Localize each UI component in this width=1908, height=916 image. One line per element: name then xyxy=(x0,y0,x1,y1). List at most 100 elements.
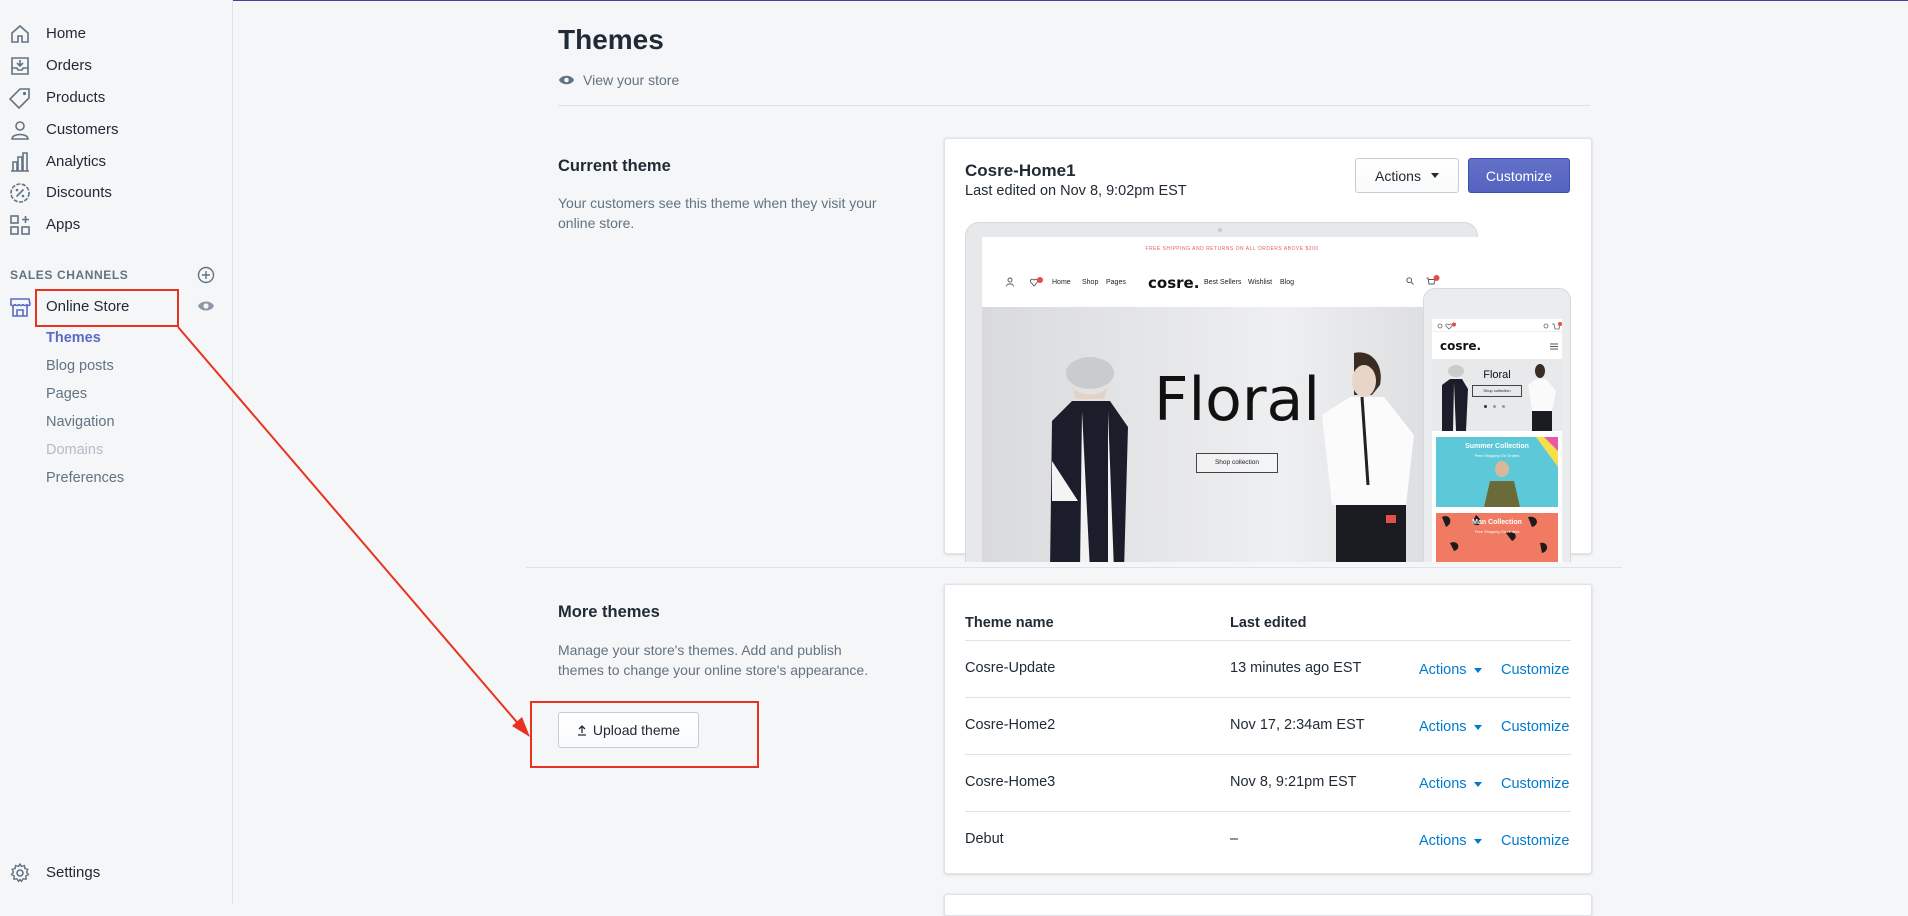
view-store-link[interactable]: View your store xyxy=(558,72,679,88)
actions-dropdown-button[interactable]: Actions xyxy=(1355,158,1459,193)
row-customize-link[interactable]: Customize xyxy=(1501,719,1570,735)
more-themes-title: More themes xyxy=(558,603,660,621)
table-row: Debut – Actions Customize xyxy=(965,811,1571,869)
top-border xyxy=(0,0,1908,1)
phone-banner-summer: Summer Collection Free Shipping On Order… xyxy=(1436,437,1558,507)
theme-last-edited: – xyxy=(1230,831,1239,847)
theme-last-edited: Nov 17, 2:34am EST xyxy=(1230,717,1365,733)
eye-icon[interactable] xyxy=(197,299,215,313)
theme-name: Cosre-Home3 xyxy=(965,774,1056,790)
carousel-dots xyxy=(1484,405,1510,409)
theme-name: Cosre-Home2 xyxy=(965,717,1056,733)
sidebar-item-settings[interactable]: Settings xyxy=(0,856,232,888)
phone-banner-subtitle: Free Shipping On Orders xyxy=(1474,453,1520,458)
sidebar-subitem-preferences[interactable]: Preferences xyxy=(46,470,124,486)
phone-hero-button: Shop collection xyxy=(1472,385,1522,397)
sidebar-subitem-blog-posts[interactable]: Blog posts xyxy=(46,358,114,374)
phone-hero-title: Floral xyxy=(1483,369,1511,381)
search-icon xyxy=(1406,277,1414,285)
row-customize-link[interactable]: Customize xyxy=(1501,833,1570,849)
menu-icon xyxy=(1550,343,1558,350)
view-store-label: View your store xyxy=(583,72,680,88)
sidebar-item-analytics[interactable]: Analytics xyxy=(0,145,232,177)
preview-nav-link: Wishlist xyxy=(1248,279,1273,286)
divider xyxy=(1432,331,1562,332)
sidebar-item-label: Discounts xyxy=(46,183,112,201)
bar-chart-icon xyxy=(11,152,29,172)
preview-brand-logo: cosre. xyxy=(1148,274,1200,292)
customize-button[interactable]: Customize xyxy=(1468,158,1570,193)
theme-preview[interactable]: FREE SHIPPING AND RETURNS ON ALL ORDERS … xyxy=(965,222,1577,562)
add-sales-channel-icon[interactable] xyxy=(197,266,215,284)
actions-label: Actions xyxy=(1375,167,1421,184)
phone-mockup: cosre. Floral Shop collection Summer Col… xyxy=(1423,288,1571,562)
sidebar-subitem-domains[interactable]: Domains xyxy=(46,442,103,458)
sidebar-item-label: Settings xyxy=(46,863,101,881)
row-customize-link[interactable]: Customize xyxy=(1501,662,1570,678)
sidebar-item-label: Apps xyxy=(46,215,81,233)
sidebar-item-apps[interactable]: Apps xyxy=(0,208,232,240)
preview-nav-link: Home xyxy=(1052,279,1071,286)
caret-down-icon xyxy=(1473,724,1482,730)
phone-brand-logo: cosre. xyxy=(1440,339,1482,353)
person-icon xyxy=(11,121,29,140)
annotation-highlight-online-store xyxy=(35,289,179,327)
row-actions-dropdown[interactable]: Actions xyxy=(1419,833,1482,849)
row-customize-link[interactable]: Customize xyxy=(1501,776,1570,792)
actions-label: Actions xyxy=(1419,776,1467,792)
cart-icon xyxy=(1426,275,1440,285)
heart-icon xyxy=(1030,277,1043,287)
discount-icon xyxy=(10,183,30,203)
sales-channels-heading: SALES CHANNELS xyxy=(10,268,129,282)
sidebar-item-customers[interactable]: Customers xyxy=(0,113,232,145)
row-actions-dropdown[interactable]: Actions xyxy=(1419,776,1482,792)
sidebar-item-products[interactable]: Products xyxy=(0,81,232,113)
theme-name: Cosre-Update xyxy=(965,660,1056,676)
apps-icon xyxy=(10,215,30,235)
sidebar-item-discounts[interactable]: Discounts xyxy=(0,176,232,208)
tag-icon xyxy=(9,88,30,109)
theme-last-edited: Nov 8, 9:21pm EST xyxy=(1230,774,1357,790)
actions-label: Actions xyxy=(1419,833,1467,849)
row-actions-dropdown[interactable]: Actions xyxy=(1419,662,1482,678)
banner-model xyxy=(1484,461,1520,507)
preview-nav-link: Blog xyxy=(1280,279,1295,286)
sidebar-item-orders[interactable]: Orders xyxy=(0,49,232,81)
hero-shop-button: Shop collection xyxy=(1196,453,1278,473)
sidebar-item-home[interactable]: Home xyxy=(0,17,232,49)
next-card xyxy=(944,894,1592,916)
row-actions-dropdown[interactable]: Actions xyxy=(1419,719,1482,735)
store-icon xyxy=(10,298,31,317)
gear-icon xyxy=(10,863,30,883)
caret-down-icon xyxy=(1473,838,1482,844)
phone-banner-man: Man Collection Free Shipping On Orders xyxy=(1436,513,1558,562)
theme-name: Debut xyxy=(965,831,1004,847)
phone-screen: cosre. Floral Shop collection Summer Col… xyxy=(1432,319,1562,562)
more-themes-description: Manage your store's themes. Add and publ… xyxy=(558,642,869,678)
column-header-theme-name: Theme name xyxy=(965,615,1054,631)
page-title: Themes xyxy=(558,24,664,55)
theme-last-edited: 13 minutes ago EST xyxy=(1230,660,1362,676)
current-theme-last-edited: Last edited on Nov 8, 9:02pm EST xyxy=(965,183,1187,199)
current-theme-title: Current theme xyxy=(558,157,671,175)
model-figure-left xyxy=(1050,357,1128,562)
actions-label: Actions xyxy=(1419,662,1467,678)
sidebar-item-label: Home xyxy=(46,24,87,42)
site-nav: Home Shop Pages cosre. Best Sellers Wish… xyxy=(982,261,1482,307)
sidebar-item-label: Customers xyxy=(46,120,119,138)
preview-nav-link: Pages xyxy=(1106,279,1126,286)
promo-bar: FREE SHIPPING AND RETURNS ON ALL ORDERS … xyxy=(982,237,1482,262)
sidebar-subitem-navigation[interactable]: Navigation xyxy=(46,414,115,430)
phone-banner-title: Man Collection xyxy=(1472,519,1522,526)
sidebar-item-label: Orders xyxy=(46,56,92,74)
divider xyxy=(558,105,1590,106)
current-theme-name: Cosre-Home1 xyxy=(965,161,1076,180)
current-theme-description: Your customers see this theme when they … xyxy=(558,195,877,231)
camera-dot xyxy=(1218,228,1222,232)
sidebar-subitem-themes[interactable]: Themes xyxy=(46,330,101,346)
more-themes-card: Theme name Last edited Cosre-Update 13 m… xyxy=(944,584,1592,874)
sidebar-subitem-pages[interactable]: Pages xyxy=(46,386,87,402)
table-row: Cosre-Home3 Nov 8, 9:21pm EST Actions Cu… xyxy=(965,754,1571,812)
user-icon xyxy=(1006,277,1014,287)
sidebar-item-label: Analytics xyxy=(46,152,107,170)
